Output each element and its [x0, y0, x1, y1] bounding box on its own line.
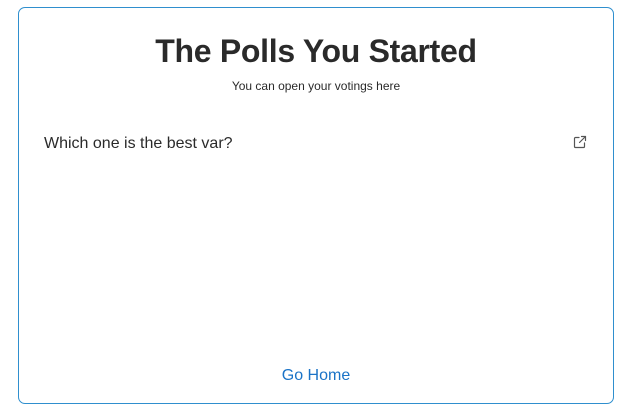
poll-list: Which one is the best var?: [44, 130, 588, 158]
page-title: The Polls You Started: [155, 33, 477, 69]
go-home-link[interactable]: Go Home: [19, 366, 613, 386]
polls-card: The Polls You Started You can open your …: [18, 7, 614, 404]
list-item: Which one is the best var?: [44, 130, 588, 158]
external-link-icon[interactable]: [572, 134, 588, 150]
page-subtitle: You can open your votings here: [231, 79, 401, 93]
poll-question: Which one is the best var?: [44, 135, 233, 152]
